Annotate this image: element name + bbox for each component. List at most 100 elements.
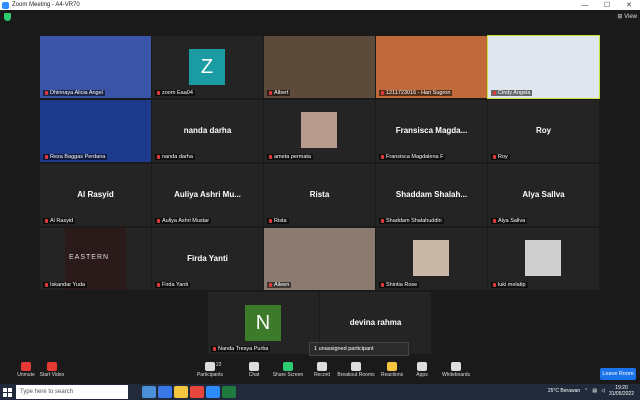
participant-name-label: Shintia Rose [379,282,420,288]
participant-video: EASTERN [65,228,126,290]
record-icon [317,362,327,371]
participant-name: Dhinnaya Alicia Angel [50,90,103,96]
participant-tile[interactable]: Roy Roy [488,100,599,162]
background-logo-text: EASTERN [69,254,110,261]
participant-tile[interactable]: Fransisca Magda... Fransisca Magdalena F [376,100,487,162]
view-button[interactable]: ⊞ View [617,13,637,20]
muted-mic-icon [157,219,160,223]
whiteboards-button[interactable]: Whiteboards [434,362,478,378]
participant-tile[interactable]: Dhinnaya Alicia Angel [40,36,151,98]
excel-icon[interactable] [222,386,236,398]
taskbar-clock[interactable]: 19:20 31/05/2022 [609,385,634,397]
participant-name: Al Rasyid [50,218,74,224]
taskbar-search-box[interactable]: Type here to search [16,385,128,399]
muted-mic-icon [213,347,216,351]
participant-display-name: nanda darha [183,126,232,135]
participant-name: Shaddam Shalahuddin [386,218,442,224]
participant-video [40,100,151,162]
volume-icon[interactable]: ◁ [601,388,605,394]
security-shield-icon[interactable] [4,13,11,21]
participant-tile[interactable]: luki melatip [488,228,599,290]
participant-tile[interactable]: Auliya Ashri Mu... Auliya Ashri Mustar [152,164,263,226]
participant-name: Aileen [274,282,290,288]
participant-display-name: Fransisca Magda... [395,126,468,135]
weather-status[interactable]: 25°C Berawan [548,388,580,394]
close-button[interactable]: ✕ [618,1,640,9]
participant-name-label: Firda Yanti [155,282,191,288]
participant-tile[interactable]: Shaddam Shalah... Shaddam Shalahuddin [376,164,487,226]
participant-name: Nanda Tresya Purba [218,346,269,352]
participant-tile[interactable]: Cindy Angela [487,35,600,99]
edge-icon[interactable] [158,386,172,398]
window-title: Zoom Meeting - A4-VR70 [12,2,80,8]
participant-name-label: Rista [267,218,289,224]
windows-start-button[interactable] [0,384,14,400]
muted-mic-icon [45,219,48,223]
participant-name: luki melatip [498,282,526,288]
participant-tile[interactable]: EASTERN Iskandar Yuda [40,228,151,290]
unassigned-participant-notice[interactable]: 1 unassigned participant [309,342,409,356]
participant-display-name: Al Rasyid [77,190,114,199]
participant-tile[interactable]: Rista Rista [264,164,375,226]
participant-tile[interactable]: N Nanda Tresya Purba [208,292,319,354]
start-video-button[interactable]: Start Video [30,362,74,378]
participant-name: Reza Baggas Perdana [50,154,106,160]
share-screen-icon [283,362,293,371]
participant-name: Cindy Angela [498,90,531,96]
participant-name: Alya Sallva [498,218,526,224]
participant-name: Auliya Ashri Mustar [162,218,210,224]
participant-tile[interactable]: Aileen [264,228,375,290]
participant-tile[interactable]: 1211723016 - Hari Sugron [376,36,487,98]
participant-video [488,36,599,98]
participant-display-name: Shaddam Shalah... [395,190,468,199]
participant-name-label: Dhinnaya Alicia Angel [43,90,105,96]
participant-name: Shintia Rose [386,282,418,288]
participant-name-label: Shaddam Shalahuddin [379,218,444,224]
muted-mic-icon [493,91,496,95]
chat-bubble-icon [249,362,259,371]
participant-tile[interactable]: Alya Sallva Alya Sallva [488,164,599,226]
muted-mic-icon [269,283,272,287]
meeting-top-strip [0,10,640,24]
participant-tile[interactable]: Shintia Rose [376,228,487,290]
minimize-button[interactable]: — [574,2,596,9]
windows-logo-icon [2,387,12,397]
participant-name-label: luki melatip [491,282,528,288]
participant-name-label: Auliya Ashri Mustar [155,218,212,224]
participant-name-label: Alya Sallva [491,218,528,224]
task-view-icon[interactable] [142,386,156,398]
muted-mic-icon [269,219,272,223]
participant-tile[interactable]: Firda Yanti Firda Yanti [152,228,263,290]
participant-name: ameta permata [274,154,311,160]
participant-name: nanda darha [162,154,193,160]
participant-tile[interactable]: Albert [264,36,375,98]
leave-room-button[interactable]: Leave Room [600,368,636,380]
video-camera-icon [47,362,57,371]
toolbar-label: Chat [248,372,260,378]
zoom-taskbar-icon[interactable] [206,386,220,398]
maximize-button[interactable]: ☐ [596,1,618,9]
participant-tile[interactable]: Al Rasyid Al Rasyid [40,164,151,226]
participant-name-label: 1211723016 - Hari Sugron [379,90,453,96]
network-icon[interactable]: ▤ [592,388,597,394]
file-explorer-icon[interactable] [174,386,188,398]
participant-display-name: Auliya Ashri Mu... [174,190,241,199]
participant-name-label: ameta permata [267,154,313,160]
muted-mic-icon [157,155,160,159]
participants-button[interactable]: Participants 22 [188,362,232,378]
participant-tile[interactable]: Reza Baggas Perdana [40,100,151,162]
participant-name: Firda Yanti [162,282,189,288]
participant-video [525,240,561,276]
participant-tile[interactable]: Zzoom Eaa04 [152,36,263,98]
participant-name-label: Roy [491,154,510,160]
participant-tile[interactable]: ameta permata [264,100,375,162]
participant-display-name: devina rahma [349,318,402,327]
system-tray: 25°C Berawan ⌃ ▤ ◁ 19:20 31/05/2022 [548,385,634,397]
participant-name: Roy [498,154,508,160]
participant-tile[interactable]: nanda darha nanda darha [152,100,263,162]
toolbar-label: Apps [416,372,428,378]
chrome-icon[interactable] [190,386,204,398]
participant-name-label: Nanda Tresya Purba [211,346,271,352]
toolbar-label: Participants [196,372,224,378]
tray-chevron-icon[interactable]: ⌃ [584,388,588,394]
